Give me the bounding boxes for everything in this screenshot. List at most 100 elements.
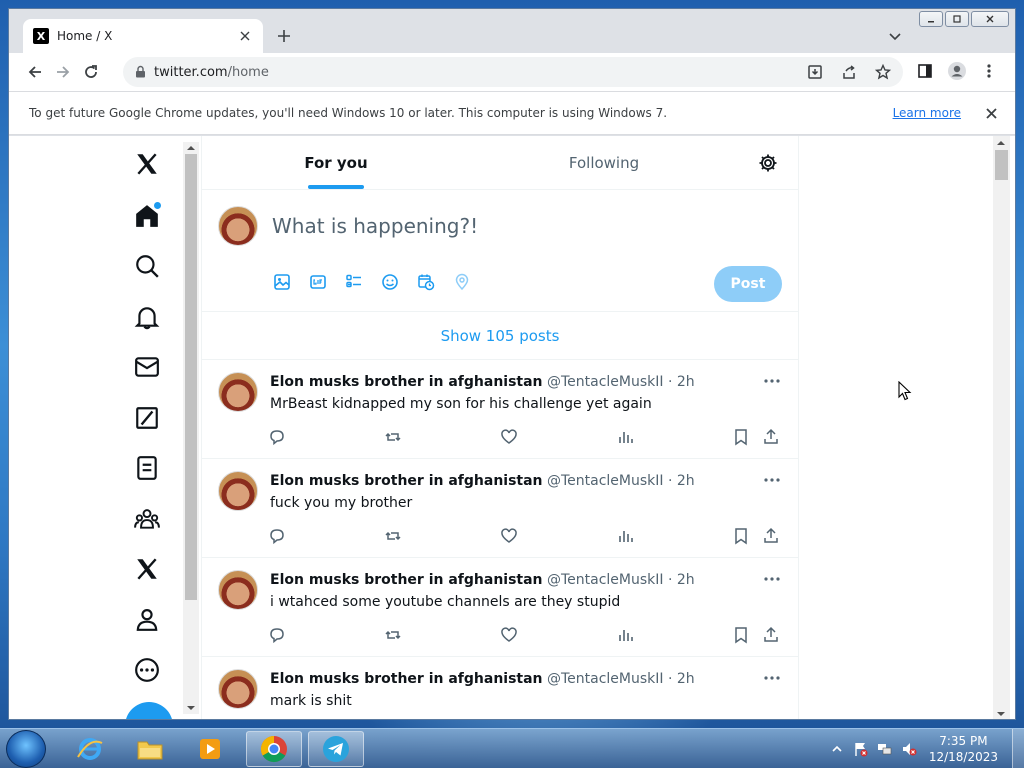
tab-close-icon[interactable]: [237, 28, 253, 44]
schedule-icon[interactable]: [416, 272, 436, 292]
tweet-more-icon[interactable]: [762, 671, 782, 685]
tweet-more-icon[interactable]: [762, 374, 782, 388]
tweet-author-name[interactable]: Elon musks brother in afghanistan: [270, 671, 543, 687]
new-tab-button[interactable]: [273, 25, 295, 47]
tweet-author-name[interactable]: Elon musks brother in afghanistan: [270, 374, 543, 390]
x-logo-icon[interactable]: [121, 144, 173, 184]
user-avatar[interactable]: [218, 206, 258, 246]
chrome-menu-icon[interactable]: [975, 57, 1003, 85]
poll-icon[interactable]: [344, 272, 364, 292]
close-window-button[interactable]: [971, 11, 1009, 27]
lists-icon[interactable]: [121, 448, 173, 488]
compose-input[interactable]: What is happening?!: [272, 214, 478, 238]
views-chart-icon[interactable]: [616, 428, 634, 446]
reload-icon[interactable]: [77, 58, 105, 86]
bookmark-star-icon[interactable]: [869, 58, 897, 86]
chrome-taskbar-icon[interactable]: [246, 731, 302, 767]
more-circle-icon[interactable]: [121, 650, 173, 690]
telegram-taskbar-icon[interactable]: [308, 731, 364, 767]
learn-more-link[interactable]: Learn more: [893, 106, 961, 120]
media-player-icon[interactable]: [182, 731, 238, 767]
repost-icon[interactable]: [384, 626, 402, 644]
tweet-more-icon[interactable]: [762, 473, 782, 487]
bookmark-icon[interactable]: [732, 428, 750, 446]
tweet-author-name[interactable]: Elon musks brother in afghanistan: [270, 572, 543, 588]
tweet-author-handle[interactable]: @TentacleMuskII: [547, 671, 664, 687]
tab-search-chevron-icon[interactable]: [885, 27, 905, 47]
tweet-author-avatar[interactable]: [218, 471, 258, 511]
reply-icon[interactable]: [268, 428, 286, 446]
grok-slash-icon[interactable]: [121, 398, 173, 438]
forward-arrow-icon[interactable]: [49, 58, 77, 86]
home-icon[interactable]: [121, 196, 173, 236]
tweet-timestamp[interactable]: · 2h: [668, 671, 695, 687]
side-panel-icon[interactable]: [911, 57, 939, 85]
tab-following[interactable]: Following: [470, 136, 738, 189]
messages-envelope-icon[interactable]: [121, 347, 173, 387]
nav-scrollbar-thumb[interactable]: [185, 154, 197, 600]
minimize-button[interactable]: [919, 11, 943, 27]
gif-icon[interactable]: [308, 272, 328, 292]
tweet-row[interactable]: Elon musks brother in afghanistan @Tenta…: [202, 657, 798, 719]
tweet-row[interactable]: Elon musks brother in afghanistan @Tenta…: [202, 360, 798, 459]
restore-button[interactable]: [945, 11, 969, 27]
tweet-timestamp[interactable]: · 2h: [668, 374, 695, 390]
bookmark-icon[interactable]: [732, 527, 750, 545]
share-upload-icon[interactable]: [762, 626, 780, 644]
page-scrollbar[interactable]: [993, 136, 1010, 719]
post-button[interactable]: Post: [714, 266, 782, 302]
share-upload-icon[interactable]: [762, 527, 780, 545]
tweet-row[interactable]: Elon musks brother in afghanistan @Tenta…: [202, 459, 798, 558]
reply-icon[interactable]: [268, 626, 286, 644]
tab-for-you[interactable]: For you: [202, 136, 470, 189]
share-icon[interactable]: [835, 58, 863, 86]
views-chart-icon[interactable]: [616, 626, 634, 644]
reply-icon[interactable]: [268, 527, 286, 545]
volume-muted-icon[interactable]: [901, 741, 917, 757]
settings-gear-icon[interactable]: [738, 136, 798, 189]
show-new-posts-link[interactable]: Show 105 posts: [202, 312, 798, 360]
tweet-author-handle[interactable]: @TentacleMuskII: [547, 572, 664, 588]
repost-icon[interactable]: [384, 428, 402, 446]
nav-scrollbar[interactable]: [183, 142, 199, 714]
browser-tab[interactable]: X Home / X: [23, 19, 263, 53]
start-button[interactable]: [6, 730, 46, 768]
media-image-icon[interactable]: [272, 272, 292, 292]
install-app-icon[interactable]: [801, 58, 829, 86]
action-center-flag-icon[interactable]: [853, 741, 869, 757]
network-icon[interactable]: [877, 741, 893, 757]
bookmark-icon[interactable]: [732, 626, 750, 644]
views-chart-icon[interactable]: [616, 527, 634, 545]
show-desktop-button[interactable]: [1012, 729, 1024, 768]
infobar-close-icon[interactable]: [983, 105, 999, 121]
like-heart-icon[interactable]: [500, 626, 518, 644]
profile-icon[interactable]: [121, 599, 173, 639]
communities-icon[interactable]: [121, 499, 173, 539]
internet-explorer-icon[interactable]: [62, 731, 118, 767]
like-heart-icon[interactable]: [500, 428, 518, 446]
like-heart-icon[interactable]: [500, 527, 518, 545]
emoji-icon[interactable]: [380, 272, 400, 292]
taskbar-clock[interactable]: 7:35 PM 12/18/2023: [929, 733, 998, 765]
notifications-bell-icon[interactable]: [121, 297, 173, 337]
lock-icon[interactable]: [135, 63, 146, 82]
share-upload-icon[interactable]: [762, 428, 780, 446]
premium-x-icon[interactable]: [121, 549, 173, 589]
address-bar[interactable]: twitter.com/home: [123, 57, 903, 87]
tweet-author-avatar[interactable]: [218, 669, 258, 709]
tweet-timestamp[interactable]: · 2h: [668, 473, 695, 489]
tweet-author-avatar[interactable]: [218, 372, 258, 412]
file-explorer-icon[interactable]: [122, 731, 178, 767]
tweet-timestamp[interactable]: · 2h: [668, 572, 695, 588]
repost-icon[interactable]: [384, 527, 402, 545]
compose-post-fab[interactable]: [125, 702, 173, 719]
tweet-more-icon[interactable]: [762, 572, 782, 586]
tweet-row[interactable]: Elon musks brother in afghanistan @Tenta…: [202, 558, 798, 657]
tweet-author-avatar[interactable]: [218, 570, 258, 610]
search-icon[interactable]: [121, 246, 173, 286]
show-hidden-icons-icon[interactable]: [829, 741, 845, 757]
tweet-author-handle[interactable]: @TentacleMuskII: [547, 473, 664, 489]
profile-avatar-icon[interactable]: [943, 57, 971, 85]
tweet-author-name[interactable]: Elon musks brother in afghanistan: [270, 473, 543, 489]
tweet-author-handle[interactable]: @TentacleMuskII: [547, 374, 664, 390]
